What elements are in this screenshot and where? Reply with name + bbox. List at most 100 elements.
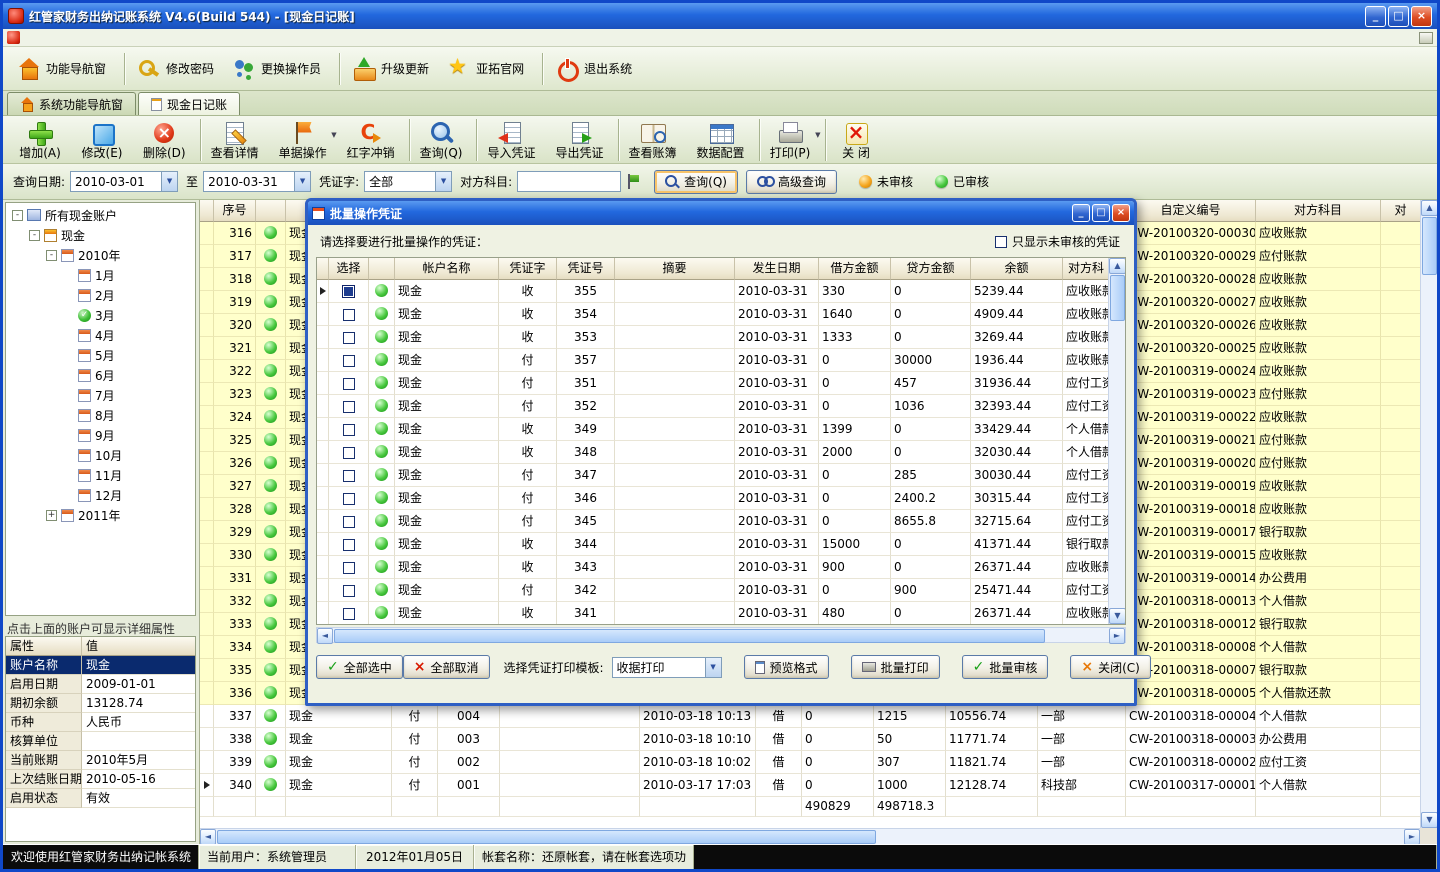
row-checkbox[interactable]: [343, 332, 355, 344]
window-form-icon[interactable]: [1419, 32, 1433, 44]
voucher-row[interactable]: 现金 收 349 2010-03-31 1399 0 33429.44 个人借款…: [317, 418, 1110, 441]
voucher-row[interactable]: 现金 付 352 2010-03-31 0 1036 32393.44 应付工资: [317, 395, 1110, 418]
batch-audit-button[interactable]: ✓ 批量审核: [962, 655, 1049, 679]
property-row[interactable]: 当前账期 2010年5月: [6, 751, 195, 770]
tree-item[interactable]: - 所有现金账户: [6, 205, 195, 225]
scroll-left-icon[interactable]: ◄: [200, 829, 216, 844]
toolbar-button[interactable]: 打印(P) ▼: [759, 119, 821, 161]
print-template-select[interactable]: 收据打印▼: [612, 657, 722, 678]
scroll-down-icon[interactable]: ▼: [1421, 812, 1437, 828]
scroll-right-icon[interactable]: ►: [1404, 829, 1420, 844]
deselect-all-button[interactable]: × 全部取消: [403, 655, 490, 679]
voucher-row[interactable]: 现金 付 351 2010-03-31 0 457 31936.44 应付工资: [317, 372, 1110, 395]
minimize-button[interactable]: _: [1365, 6, 1386, 27]
toolbar-button[interactable]: 查询(Q) ▼: [409, 119, 473, 161]
chevron-down-icon[interactable]: ▼: [705, 658, 721, 677]
tree-item[interactable]: 9月: [6, 425, 195, 445]
tree-item[interactable]: 1月: [6, 265, 195, 285]
subject-input[interactable]: [517, 171, 621, 192]
voucher-row[interactable]: 现金 付 345 2010-03-31 0 8655.8 32715.64 应付…: [317, 510, 1110, 533]
voucher-row[interactable]: 现金 付 357 2010-03-31 0 30000 1936.44 应收账款: [317, 349, 1110, 372]
toolbar-button[interactable]: 删除(D) ▼: [133, 119, 196, 161]
property-row[interactable]: 上次结账日期 2010-05-16: [6, 770, 195, 789]
voucher-row[interactable]: 现金 付 346 2010-03-31 0 2400.2 30315.44 应付…: [317, 487, 1110, 510]
tree-item[interactable]: 12月: [6, 485, 195, 505]
row-checkbox[interactable]: [343, 539, 355, 551]
close-button[interactable]: ×: [1411, 6, 1432, 27]
toolbar-button[interactable]: 单据操作 ▼: [269, 119, 337, 161]
table-row[interactable]: 339 现金 付 002 2010-03-18 10:02 借 0 307 11…: [200, 751, 1421, 774]
row-checkbox[interactable]: [343, 585, 355, 597]
dialog-vertical-scrollbar[interactable]: ▲ ▼: [1108, 258, 1125, 624]
scroll-up-icon[interactable]: ▲: [1109, 258, 1126, 274]
restore-button[interactable]: □: [1388, 6, 1409, 27]
voucher-row[interactable]: 现金 收 344 2010-03-31 15000 0 41371.44 银行取…: [317, 533, 1110, 556]
voucher-row[interactable]: 现金 收 343 2010-03-31 900 0 26371.44 应收账款: [317, 556, 1110, 579]
toolbar-button[interactable]: 查看详情 ▼: [200, 119, 269, 161]
row-checkbox[interactable]: [343, 493, 355, 505]
toolbar-button[interactable]: 关 闭 ▼: [825, 119, 887, 161]
dialog-restore-button[interactable]: □: [1092, 204, 1110, 222]
row-checkbox[interactable]: [343, 516, 355, 528]
unaudited-filter[interactable]: 未审核: [859, 173, 913, 190]
property-row[interactable]: 启用状态 有效: [6, 789, 195, 808]
tree-item[interactable]: + 2011年: [6, 505, 195, 525]
toolbar-button[interactable]: 红字冲销 ▼: [337, 119, 405, 161]
tree-item[interactable]: 8月: [6, 405, 195, 425]
tree-item[interactable]: 7月: [6, 385, 195, 405]
search-button[interactable]: 查询(Q): [654, 170, 738, 194]
date-from-select[interactable]: 2010-03-01▼: [70, 171, 178, 192]
toolbar-button[interactable]: 修改(E) ▼: [71, 119, 133, 161]
scrollbar-thumb[interactable]: [1422, 217, 1437, 275]
dialog-close-footer-button[interactable]: × 关闭(C): [1070, 655, 1150, 679]
scrollbar-thumb[interactable]: [217, 830, 876, 844]
scrollbar-thumb[interactable]: [334, 629, 1045, 643]
toolbar-button[interactable]: 修改密码: [124, 53, 226, 85]
voucher-row[interactable]: 现金 付 347 2010-03-31 0 285 30030.44 应付工资: [317, 464, 1110, 487]
voucher-row[interactable]: 现金 收 355 2010-03-31 330 0 5239.44 应收账款: [317, 280, 1110, 303]
voucher-row[interactable]: 现金 收 353 2010-03-31 1333 0 3269.44 应收账款: [317, 326, 1110, 349]
scroll-up-icon[interactable]: ▲: [1421, 200, 1437, 216]
tree-item[interactable]: 5月: [6, 345, 195, 365]
chevron-down-icon[interactable]: ▼: [435, 172, 451, 191]
advanced-search-button[interactable]: 高级查询: [746, 170, 837, 194]
flag-icon[interactable]: [627, 174, 640, 189]
tree-item[interactable]: 3月: [6, 305, 195, 325]
row-checkbox[interactable]: [343, 447, 355, 459]
voucher-row[interactable]: 现金 付 342 2010-03-31 0 900 25471.44 应付工资: [317, 579, 1110, 602]
property-row[interactable]: 期初余额 13128.74: [6, 694, 195, 713]
tab[interactable]: 现金日记账: [138, 92, 240, 115]
property-row[interactable]: 启用日期 2009-01-01: [6, 675, 195, 694]
select-all-button[interactable]: ✓ 全部选中: [316, 655, 403, 679]
checkbox-icon[interactable]: [995, 236, 1007, 248]
date-to-select[interactable]: 2010-03-31▼: [203, 171, 311, 192]
tree-item[interactable]: 2月: [6, 285, 195, 305]
toolbar-button[interactable]: 增加(A) ▼: [9, 119, 71, 161]
property-row[interactable]: 币种 人民币: [6, 713, 195, 732]
property-row[interactable]: 账户名称 现金: [6, 656, 195, 675]
dialog-minimize-button[interactable]: _: [1072, 204, 1090, 222]
tree-expander[interactable]: -: [46, 250, 57, 261]
scroll-left-icon[interactable]: ◄: [317, 628, 333, 644]
toolbar-button[interactable]: 查看账簿 ▼: [618, 119, 687, 161]
tree-item[interactable]: 11月: [6, 465, 195, 485]
vertical-scrollbar[interactable]: ▲ ▼: [1420, 200, 1437, 828]
property-row[interactable]: 核算单位: [6, 732, 195, 751]
row-checkbox[interactable]: [343, 470, 355, 482]
chevron-down-icon[interactable]: ▼: [161, 172, 177, 191]
horizontal-scrollbar[interactable]: ◄ ►: [200, 828, 1420, 844]
voucher-type-select[interactable]: 全部▼: [364, 171, 452, 192]
row-checkbox[interactable]: [343, 309, 355, 321]
row-checkbox[interactable]: [343, 378, 355, 390]
row-checkbox[interactable]: [343, 355, 355, 367]
dialog-close-button[interactable]: ×: [1112, 204, 1130, 222]
scrollbar-thumb[interactable]: [1110, 275, 1125, 321]
toolbar-button[interactable]: 升级更新: [339, 53, 441, 85]
table-row[interactable]: 340 现金 付 001 2010-03-17 17:03 借 0 1000 1…: [200, 774, 1421, 797]
dropdown-arrow-icon[interactable]: ▼: [815, 131, 820, 139]
scroll-right-icon[interactable]: ►: [1109, 628, 1125, 644]
dialog-horizontal-scrollbar[interactable]: ◄ ►: [316, 627, 1126, 643]
toolbar-button[interactable]: 亚拓官网: [441, 53, 536, 85]
toolbar-button[interactable]: 更换操作员: [226, 53, 333, 85]
toolbar-button[interactable]: 数据配置 ▼: [687, 119, 755, 161]
